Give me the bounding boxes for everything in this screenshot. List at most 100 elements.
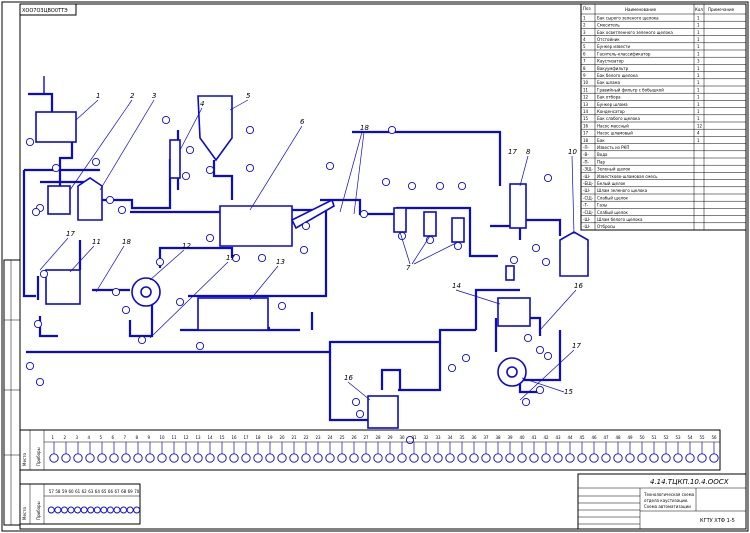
instrument-number: 20: [280, 435, 286, 440]
instrument-number: 66: [108, 489, 114, 494]
spec-row-name: Отбросы: [597, 224, 615, 229]
instrument-number: 59: [62, 489, 68, 494]
instrument-slot: [217, 453, 227, 463]
callout-7: 7: [406, 264, 411, 272]
instrument-number: 12: [184, 435, 190, 440]
spec-row-pos: 6: [583, 51, 586, 56]
instrument-number: 36: [472, 435, 478, 440]
instrument-number: 21: [292, 435, 298, 440]
spec-row-pos: 4: [583, 37, 586, 42]
instrument-slot: [126, 506, 134, 514]
spec-row-pos: -Ш-: [583, 174, 591, 179]
spec-row-name: Гравийный фильтр с бобышкой: [597, 87, 664, 92]
instrument-number: 30: [400, 435, 406, 440]
callout-13: 13: [276, 258, 285, 266]
instrument-bubble: [541, 257, 551, 267]
instrument-slot: [409, 453, 419, 463]
instrument-slot: [661, 453, 671, 463]
instrument-slot: [457, 453, 467, 463]
instrument-slot: [265, 453, 275, 463]
instrument-slot: [445, 453, 455, 463]
instrument-number: 5: [100, 435, 103, 440]
spec-row-pos: 2: [583, 23, 586, 28]
instrument-bubble: [117, 205, 127, 215]
instrument-slot: [109, 453, 119, 463]
instrument-bubble: [137, 335, 147, 345]
instrument-slot: [397, 453, 407, 463]
instrument-number: 55: [700, 435, 706, 440]
equipment: [35, 95, 589, 429]
callout-17b: 17: [508, 148, 517, 156]
spec-row-pos: 13: [583, 102, 589, 107]
instrument-slot: [181, 453, 191, 463]
instrument-slot: [120, 506, 128, 514]
callout-17: 17: [66, 230, 75, 238]
spec-row-name: Насос массный: [597, 123, 629, 128]
instrument-bubble: [521, 397, 531, 407]
instrument-bubble: [155, 257, 165, 267]
spec-header-note: Примечание: [708, 7, 735, 12]
instrument-number: 65: [101, 489, 107, 494]
instrument-bubble: [543, 351, 553, 361]
callout-14: 14: [452, 282, 461, 290]
instrument-number: 8: [136, 435, 139, 440]
instrument-number: 26: [352, 435, 358, 440]
instrument-slot: [613, 453, 623, 463]
instrument-bubble: [301, 221, 311, 231]
instrument-number: 22: [304, 435, 310, 440]
callout-18: 18: [122, 238, 131, 246]
spec-row-name: Насос шламовый: [597, 131, 633, 136]
instrument-slot: [60, 506, 68, 514]
spec-row-name: Каустизатор: [597, 59, 624, 64]
instrument-bubble: [245, 125, 255, 135]
spec-row-name: Пар: [597, 159, 605, 164]
spec-row-qty: 3: [697, 59, 700, 64]
row2-label-devices: Приборы: [36, 501, 41, 520]
spec-row-pos: 5: [583, 44, 586, 49]
instrument-bubble: [195, 341, 205, 351]
instrument-number: 48: [616, 435, 622, 440]
spec-row-pos: 14: [583, 109, 589, 114]
instrument-slot: [709, 453, 719, 463]
instrument-number: 52: [664, 435, 670, 440]
instrument-number: 38: [496, 435, 502, 440]
spec-row-name: Конденсатор: [597, 109, 625, 114]
spec-row-pos: 12: [583, 95, 589, 100]
spec-row-pos: -Ш-: [583, 217, 591, 222]
instrument-slot: [505, 453, 515, 463]
instrument-number: 49: [628, 435, 634, 440]
title-line-3: Схема автоматизации: [644, 504, 691, 509]
instrument-bubble: [35, 377, 45, 387]
spec-row-pos: -ЗЩ-: [583, 167, 593, 172]
instrument-bubble: [407, 181, 417, 191]
instrument-slot: [93, 506, 101, 514]
tank-14-condenser: [497, 297, 531, 327]
instrument-slot: [469, 453, 479, 463]
spec-row-qty: 1: [697, 44, 700, 49]
causticizer-7a: [393, 207, 407, 233]
instrument-slot: [87, 506, 95, 514]
left-margin-strip: [3, 259, 21, 526]
instrument-number: 68: [121, 489, 127, 494]
callout-11: 11: [92, 238, 101, 246]
instrument-number: 60: [69, 489, 75, 494]
instrument-slot: [637, 453, 647, 463]
instrument-slot: [74, 506, 82, 514]
instrument-number: 6: [112, 435, 115, 440]
instrument-bubble: [25, 137, 35, 147]
instrument-slot: [253, 453, 263, 463]
instrument-slot: [193, 453, 203, 463]
spec-row-name: Бункер шлама: [597, 102, 628, 107]
title-line-2: отдела каустизации.: [644, 498, 688, 503]
spec-header-qty: Кол: [695, 7, 703, 12]
instrument-bubble: [535, 385, 545, 395]
instrument-number: 37: [484, 435, 490, 440]
spec-header-name: Наименование: [625, 7, 657, 12]
instrument-bubble: [257, 253, 267, 263]
instrument-slot: [481, 453, 491, 463]
spec-row-qty: 1: [697, 66, 700, 71]
instrument-bubble: [543, 173, 553, 183]
spec-row-qty: 4: [697, 131, 700, 136]
instrument-slot: [301, 453, 311, 463]
instrument-number: 33: [436, 435, 442, 440]
